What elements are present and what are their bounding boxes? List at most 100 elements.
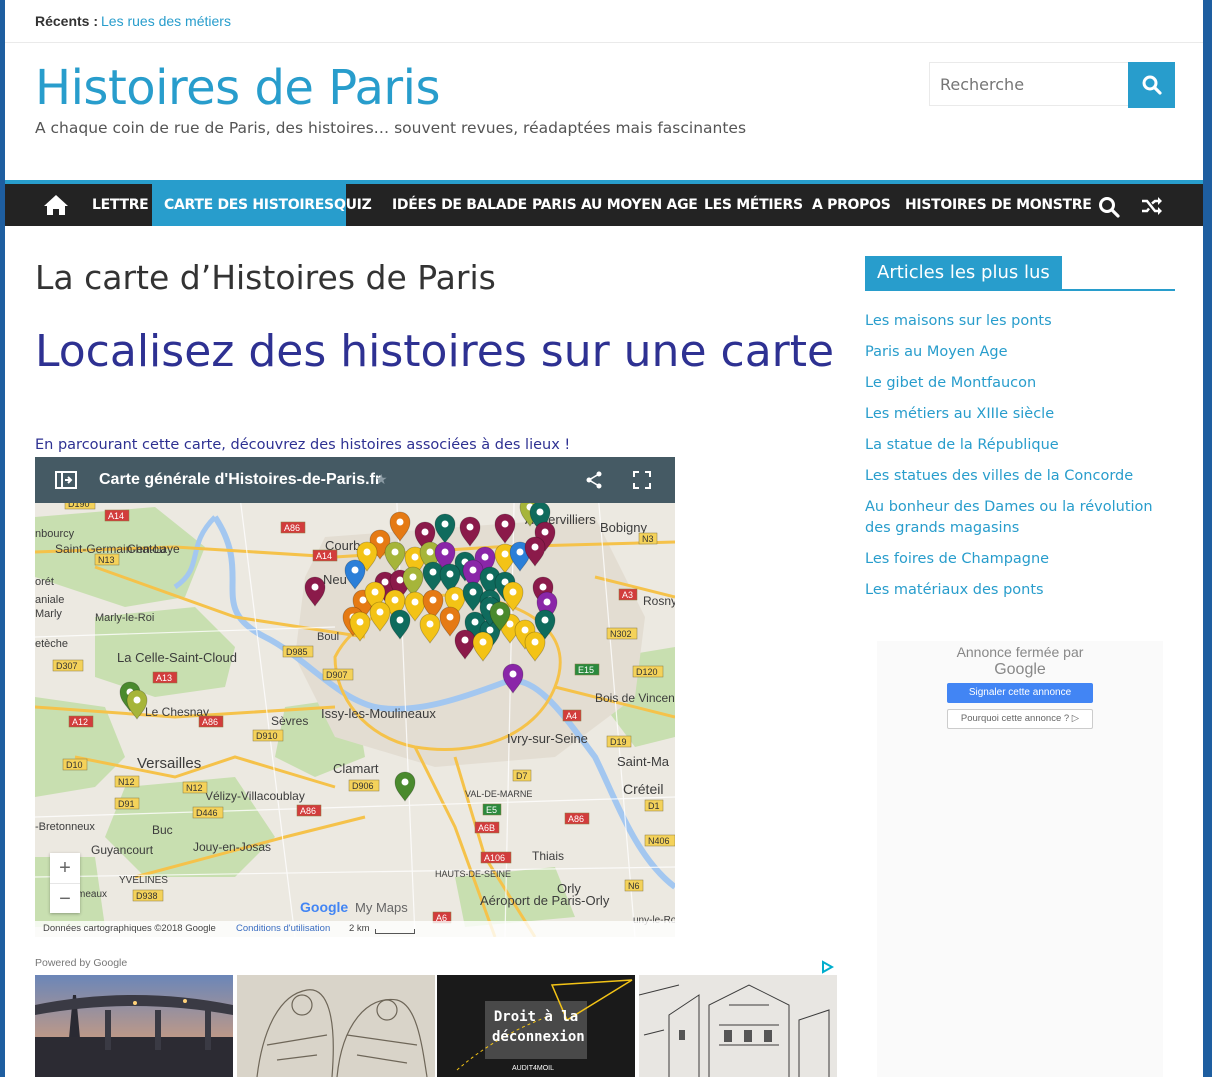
- map-place-label: Boul: [317, 631, 339, 643]
- road-shield: A86: [564, 812, 590, 825]
- map-place-label: Vélizy-Villacoublay: [205, 789, 305, 803]
- road-shield: A4: [562, 709, 582, 722]
- svg-text:E5: E5: [486, 805, 497, 815]
- road-shield: N12: [114, 775, 140, 788]
- nav-item-lettre[interactable]: LETTRE: [80, 184, 160, 226]
- sidebar-ad: Annonce fermée par Google Signaler cette…: [877, 641, 1163, 1077]
- svg-text:N13: N13: [98, 555, 115, 565]
- nav-item-quiz[interactable]: QUIZ: [322, 184, 383, 226]
- road-shield: A6B: [474, 821, 500, 834]
- svg-text:D1: D1: [648, 801, 660, 811]
- main-nav: LETTRE CARTE DES HISTOIRES QUIZ IDÉES DE…: [5, 180, 1203, 226]
- map-pin-icon[interactable]: [394, 771, 416, 802]
- page-title: La carte d’Histoires de Paris: [35, 258, 496, 297]
- sidebar-link[interactable]: Le gibet de Montfaucon: [865, 373, 1175, 394]
- legend-toggle-icon[interactable]: [55, 471, 77, 489]
- road-shield: D91: [114, 797, 140, 810]
- road-shield: A12: [68, 715, 94, 728]
- map-canvas[interactable]: Saint-Germain-en-LayeChatou CourbeNeuBobi…: [35, 457, 675, 937]
- random-shuffle-icon[interactable]: [1141, 196, 1163, 221]
- ad-tile-engraving[interactable]: [237, 975, 435, 1077]
- report-ad-button[interactable]: Signaler cette annonce: [947, 683, 1093, 703]
- zoom-in-button[interactable]: +: [50, 853, 80, 884]
- map-place-label: La Celle-Saint-Cloud: [117, 650, 237, 665]
- search-button[interactable]: [1128, 62, 1175, 108]
- ad-tile-deconnexion[interactable]: Droit à la déconnexion AUDIT4MOIL: [437, 975, 635, 1077]
- sidebar-link[interactable]: La statue de la République: [865, 435, 1175, 456]
- search-input[interactable]: [929, 62, 1129, 106]
- ad-tile-eiffel[interactable]: [35, 975, 233, 1077]
- star-icon[interactable]: ★: [375, 471, 388, 488]
- road-shield: N6: [624, 879, 644, 892]
- road-shield: D7: [512, 769, 532, 782]
- home-icon[interactable]: [43, 194, 69, 221]
- sidebar-link[interactable]: Les matériaux des ponts: [865, 580, 1175, 601]
- powered-by-google: Powered by Google: [35, 957, 128, 969]
- nav-search-icon[interactable]: [1098, 196, 1120, 223]
- svg-text:D307: D307: [56, 661, 78, 671]
- road-shield: N302: [606, 627, 638, 640]
- nav-item-les-metiers[interactable]: LES MÉTIERS: [692, 184, 815, 226]
- map-embed[interactable]: Saint-Germain-en-Laye Chatou Courbe Neu Bobi…: [35, 457, 675, 937]
- map-place-label: Thiais: [532, 849, 564, 863]
- map-footer: Données cartographiques ©2018 Google Con…: [35, 921, 675, 937]
- site-tagline: A chaque coin de rue de Paris, des histo…: [35, 119, 747, 137]
- road-shield: D906: [348, 779, 380, 792]
- nav-item-carte-des-histoires[interactable]: CARTE DES HISTOIRES: [152, 184, 346, 226]
- map-place-label: Sèvres: [271, 714, 308, 728]
- svg-text:D10: D10: [66, 760, 83, 770]
- road-shield: N12: [182, 781, 208, 794]
- recent-link[interactable]: Les rues des métiers: [101, 13, 231, 29]
- ad-tile-sketch[interactable]: [639, 975, 837, 1077]
- recent-label: Récents :: [35, 13, 99, 29]
- svg-text:A106: A106: [484, 853, 505, 863]
- svg-text:N406: N406: [648, 836, 670, 846]
- road-shield: E5: [482, 803, 502, 816]
- road-shield: E15: [574, 663, 600, 676]
- road-shield: D120: [632, 665, 664, 678]
- sidebar-link[interactable]: Les foires de Champagne: [865, 549, 1175, 570]
- map-place-label: Créteil: [623, 781, 663, 797]
- zoom-out-button[interactable]: −: [50, 884, 80, 914]
- recent-bar: Récents : Les rues des métiers: [5, 0, 1203, 43]
- page: Récents : Les rues des métiers Histoires…: [5, 0, 1203, 1077]
- map-place-label: YVELINES: [119, 875, 168, 886]
- fullscreen-icon[interactable]: [633, 471, 651, 489]
- map-attribution: Données cartographiques ©2018 Google: [43, 923, 216, 934]
- map-place-label: Versailles: [137, 755, 201, 772]
- adchoices-icon[interactable]: [820, 960, 834, 974]
- road-shield: D938: [132, 889, 164, 902]
- road-shield: D19: [606, 735, 632, 748]
- map-place-label: Saint-Ma: [617, 754, 670, 769]
- map-terms-link[interactable]: Conditions d'utilisation: [236, 923, 330, 934]
- svg-text:N302: N302: [610, 629, 632, 639]
- map-place-label: Marly: [35, 608, 62, 620]
- sidebar-link[interactable]: Les statues des villes de la Concorde: [865, 466, 1175, 487]
- share-icon[interactable]: [585, 471, 603, 489]
- svg-text:N12: N12: [186, 783, 203, 793]
- nav-item-paris-au-moyen-age[interactable]: PARIS AU MOYEN AGE: [520, 184, 710, 226]
- svg-text:N3: N3: [642, 534, 654, 544]
- sidebar-link[interactable]: Au bonheur des Dames ou la révolution de…: [865, 497, 1175, 539]
- svg-text:D19: D19: [610, 737, 627, 747]
- map-place-label: Chatou: [127, 542, 166, 556]
- sidebar-link[interactable]: Les métiers au XIIIe siècle: [865, 404, 1175, 425]
- map-place-label: meaux: [77, 889, 107, 900]
- road-shield: A86: [296, 804, 322, 817]
- sidebar-link[interactable]: Paris au Moyen Age: [865, 342, 1175, 363]
- site-title[interactable]: Histoires de Paris: [35, 60, 440, 116]
- map-title[interactable]: Carte générale d'Histoires-de-Paris.fr: [99, 471, 381, 489]
- road-shield: N406: [644, 834, 675, 847]
- map-place-label: nbourcy: [35, 528, 75, 540]
- svg-text:D910: D910: [256, 731, 278, 741]
- nav-item-idees-de-balade[interactable]: IDÉES DE BALADE: [380, 184, 539, 226]
- nav-item-histoires-de-monstre[interactable]: HISTOIRES DE MONSTRE: [893, 184, 1104, 226]
- svg-text:D906: D906: [352, 781, 374, 791]
- why-this-ad-button[interactable]: Pourquoi cette annonce ? ▷: [947, 709, 1093, 729]
- nav-item-a-propos[interactable]: A PROPOS: [800, 184, 903, 226]
- svg-text:N6: N6: [628, 881, 640, 891]
- svg-text:D91: D91: [118, 799, 135, 809]
- road-shield: A3: [618, 588, 638, 601]
- sidebar-link[interactable]: Les maisons sur les ponts: [865, 311, 1175, 332]
- road-shield: D910: [252, 729, 284, 742]
